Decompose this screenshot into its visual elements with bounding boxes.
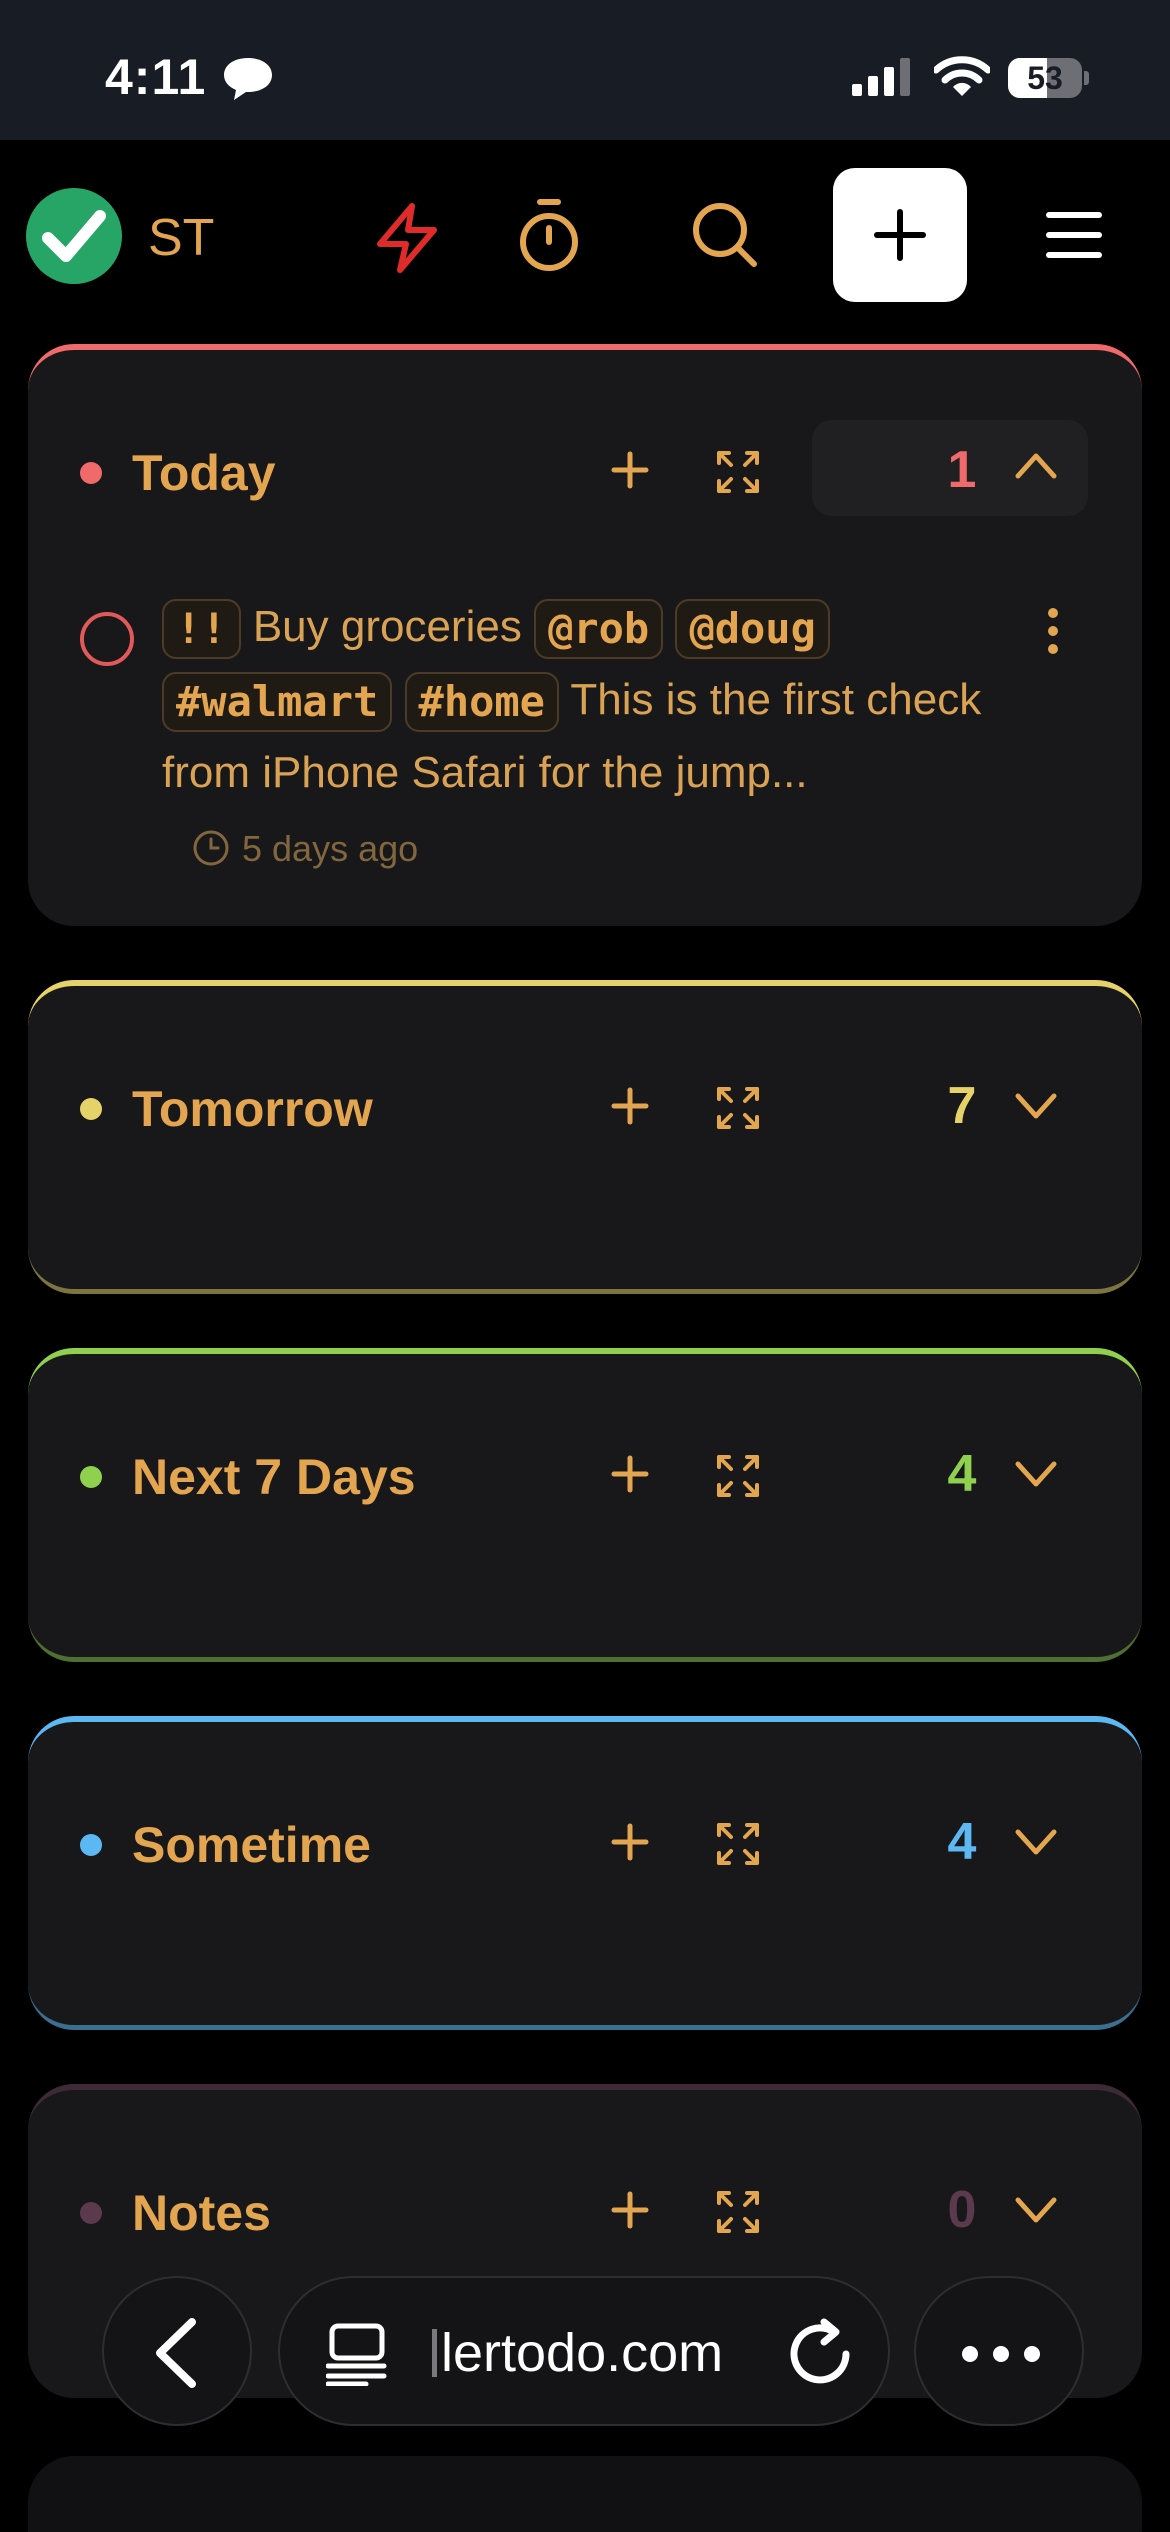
section-dot (80, 2202, 102, 2224)
chevron-down-icon[interactable] (1014, 1460, 1058, 1495)
hashtag-tag[interactable]: #walmart (162, 672, 393, 733)
battery-icon: 53 (1008, 58, 1089, 98)
expand-icon[interactable] (716, 1822, 760, 1871)
plus-icon[interactable] (610, 450, 650, 495)
task-item[interactable]: !! Buy groceries @rob @doug #walmart #ho… (162, 590, 1022, 885)
url-value: lertodo.com (441, 2323, 724, 2383)
section-count: 7 (947, 1077, 977, 1135)
section-today: Today 1 !! Buy groceries @rob @doug #wal… (28, 344, 1142, 926)
search-icon[interactable] (690, 200, 760, 275)
section-title[interactable]: Sometime (132, 1816, 371, 1874)
section-partial (28, 2456, 1142, 2532)
more-icon[interactable] (914, 2276, 1084, 2426)
back-button[interactable] (102, 2276, 252, 2426)
section-next-7-days: Next 7 Days 4 (28, 1348, 1142, 1662)
chevron-down-icon[interactable] (1014, 1092, 1058, 1127)
expand-icon[interactable] (716, 1086, 760, 1135)
section-count: 4 (947, 1813, 977, 1871)
section-title[interactable]: Next 7 Days (132, 1448, 416, 1506)
section-sometime: Sometime 4 (28, 1716, 1142, 2030)
expand-icon[interactable] (716, 450, 760, 499)
section-dot (80, 1834, 102, 1856)
expand-icon[interactable] (716, 2190, 760, 2239)
section-title[interactable]: Tomorrow (132, 1080, 373, 1138)
timer-icon[interactable] (516, 198, 582, 279)
message-icon (222, 56, 274, 107)
status-time: 4:11 (105, 49, 207, 105)
app-header: ST (0, 140, 1170, 340)
signal-icon (852, 58, 914, 101)
add-task-button[interactable] (833, 168, 967, 302)
section-dot (80, 1098, 102, 1120)
plus-icon[interactable] (610, 1454, 650, 1499)
tabs-icon[interactable] (325, 2322, 390, 2391)
section-count: 1 (947, 441, 977, 499)
section-title[interactable]: Notes (132, 2184, 271, 2242)
chevron-down-icon[interactable] (1014, 1828, 1058, 1863)
status-bar: 4:11 53 (0, 0, 1170, 140)
bolt-icon[interactable] (374, 202, 440, 279)
hashtag-tag[interactable]: #home (404, 672, 559, 733)
logo-check-icon[interactable] (26, 188, 122, 284)
task-time-text: 5 days ago (242, 827, 419, 869)
plus-icon[interactable] (610, 2190, 650, 2235)
section-dot (80, 462, 102, 484)
section-tomorrow: Tomorrow 7 (28, 980, 1142, 1294)
battery-level: 53 (1027, 60, 1063, 96)
priority-tag: !! (162, 599, 241, 660)
reload-icon[interactable] (790, 2318, 854, 2393)
chevron-down-icon[interactable] (1014, 2196, 1058, 2231)
expand-icon[interactable] (716, 1454, 760, 1503)
section-title[interactable]: Today (132, 444, 276, 502)
more-vertical-icon[interactable] (1046, 606, 1060, 661)
plus-icon (874, 209, 926, 261)
menu-icon[interactable] (1046, 210, 1102, 265)
section-count: 0 (947, 2181, 977, 2239)
section-count: 4 (947, 1445, 977, 1503)
workspace-initials[interactable]: ST (148, 208, 214, 268)
mention-tag[interactable]: @doug (675, 599, 830, 660)
plus-icon[interactable] (610, 1086, 650, 1131)
chevron-up-icon[interactable] (1014, 450, 1058, 485)
wifi-icon (932, 56, 992, 103)
plus-icon[interactable] (610, 1822, 650, 1867)
task-text: Buy groceries (252, 602, 522, 651)
section-dot (80, 1466, 102, 1488)
task-timestamp: 5 days ago (192, 812, 418, 885)
task-checkbox[interactable] (80, 612, 134, 666)
url-text: lertodo.com (432, 2322, 723, 2384)
address-bar[interactable]: lertodo.com (278, 2276, 890, 2426)
clock-icon (193, 830, 229, 866)
mention-tag[interactable]: @rob (534, 599, 664, 660)
back-icon (156, 2318, 196, 2388)
